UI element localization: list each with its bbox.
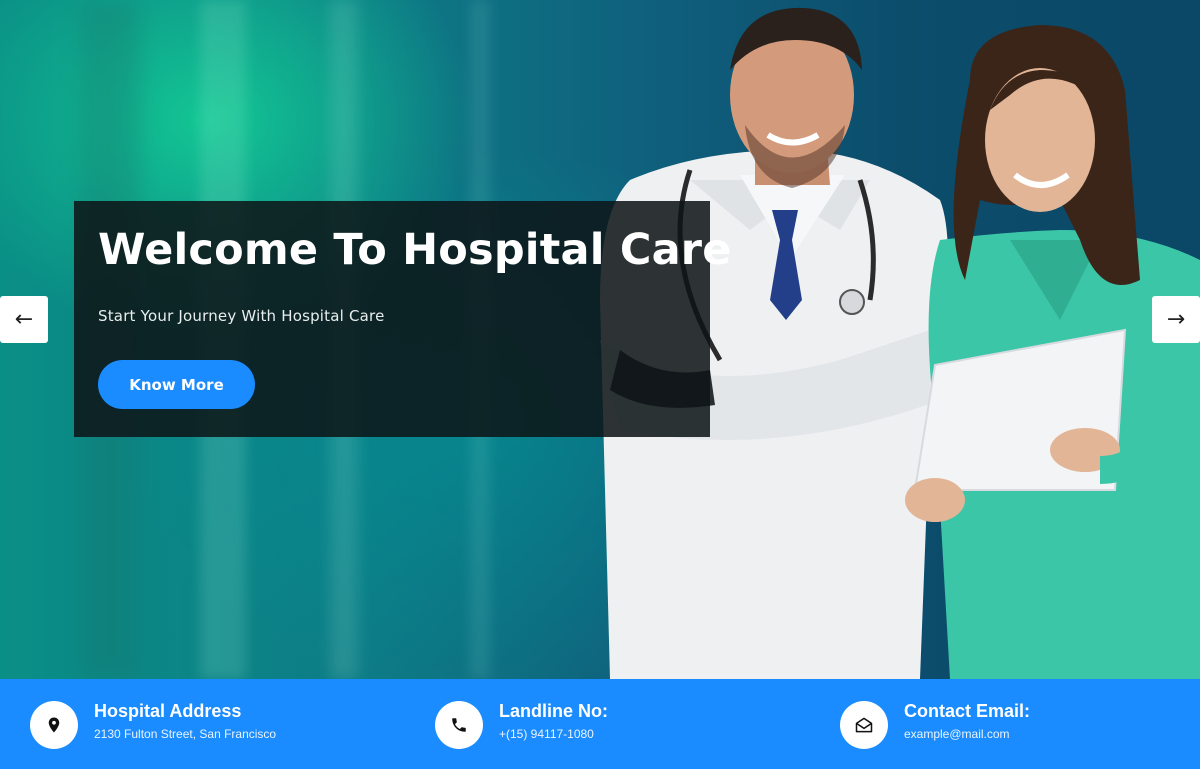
contact-info-bar: Hospital Address 2130 Fulton Street, San… <box>0 679 1200 769</box>
arrow-right-icon: → <box>1166 307 1186 332</box>
info-title: Contact Email: <box>904 701 1031 721</box>
next-slide-button[interactable]: → <box>1152 296 1200 343</box>
hero-subtitle: Start Your Journey With Hospital Care <box>98 307 385 325</box>
info-title: Landline No: <box>499 701 608 721</box>
envelope-open-icon <box>840 701 888 749</box>
hero-caption-box: Welcome To Hospital Care Start Your Jour… <box>74 201 731 437</box>
info-landline: Landline No: +(15) 94117-1080 <box>435 701 795 749</box>
phone-icon <box>435 701 483 749</box>
hero-title: Welcome To Hospital Care <box>98 225 732 275</box>
info-email: Contact Email: example@mail.com <box>840 701 1180 749</box>
info-detail: example@mail.com <box>904 727 1010 741</box>
know-more-button[interactable]: Know More <box>98 360 255 409</box>
prev-slide-button[interactable]: ← <box>0 296 48 343</box>
info-detail: +(15) 94117-1080 <box>499 727 594 741</box>
info-detail: 2130 Fulton Street, San Francisco <box>94 727 277 741</box>
info-address: Hospital Address 2130 Fulton Street, San… <box>30 701 390 749</box>
info-title: Hospital Address <box>94 701 242 721</box>
location-pin-icon <box>30 701 78 749</box>
hero-slider: Welcome To Hospital Care Start Your Jour… <box>0 0 1200 679</box>
arrow-left-icon: ← <box>14 307 34 332</box>
